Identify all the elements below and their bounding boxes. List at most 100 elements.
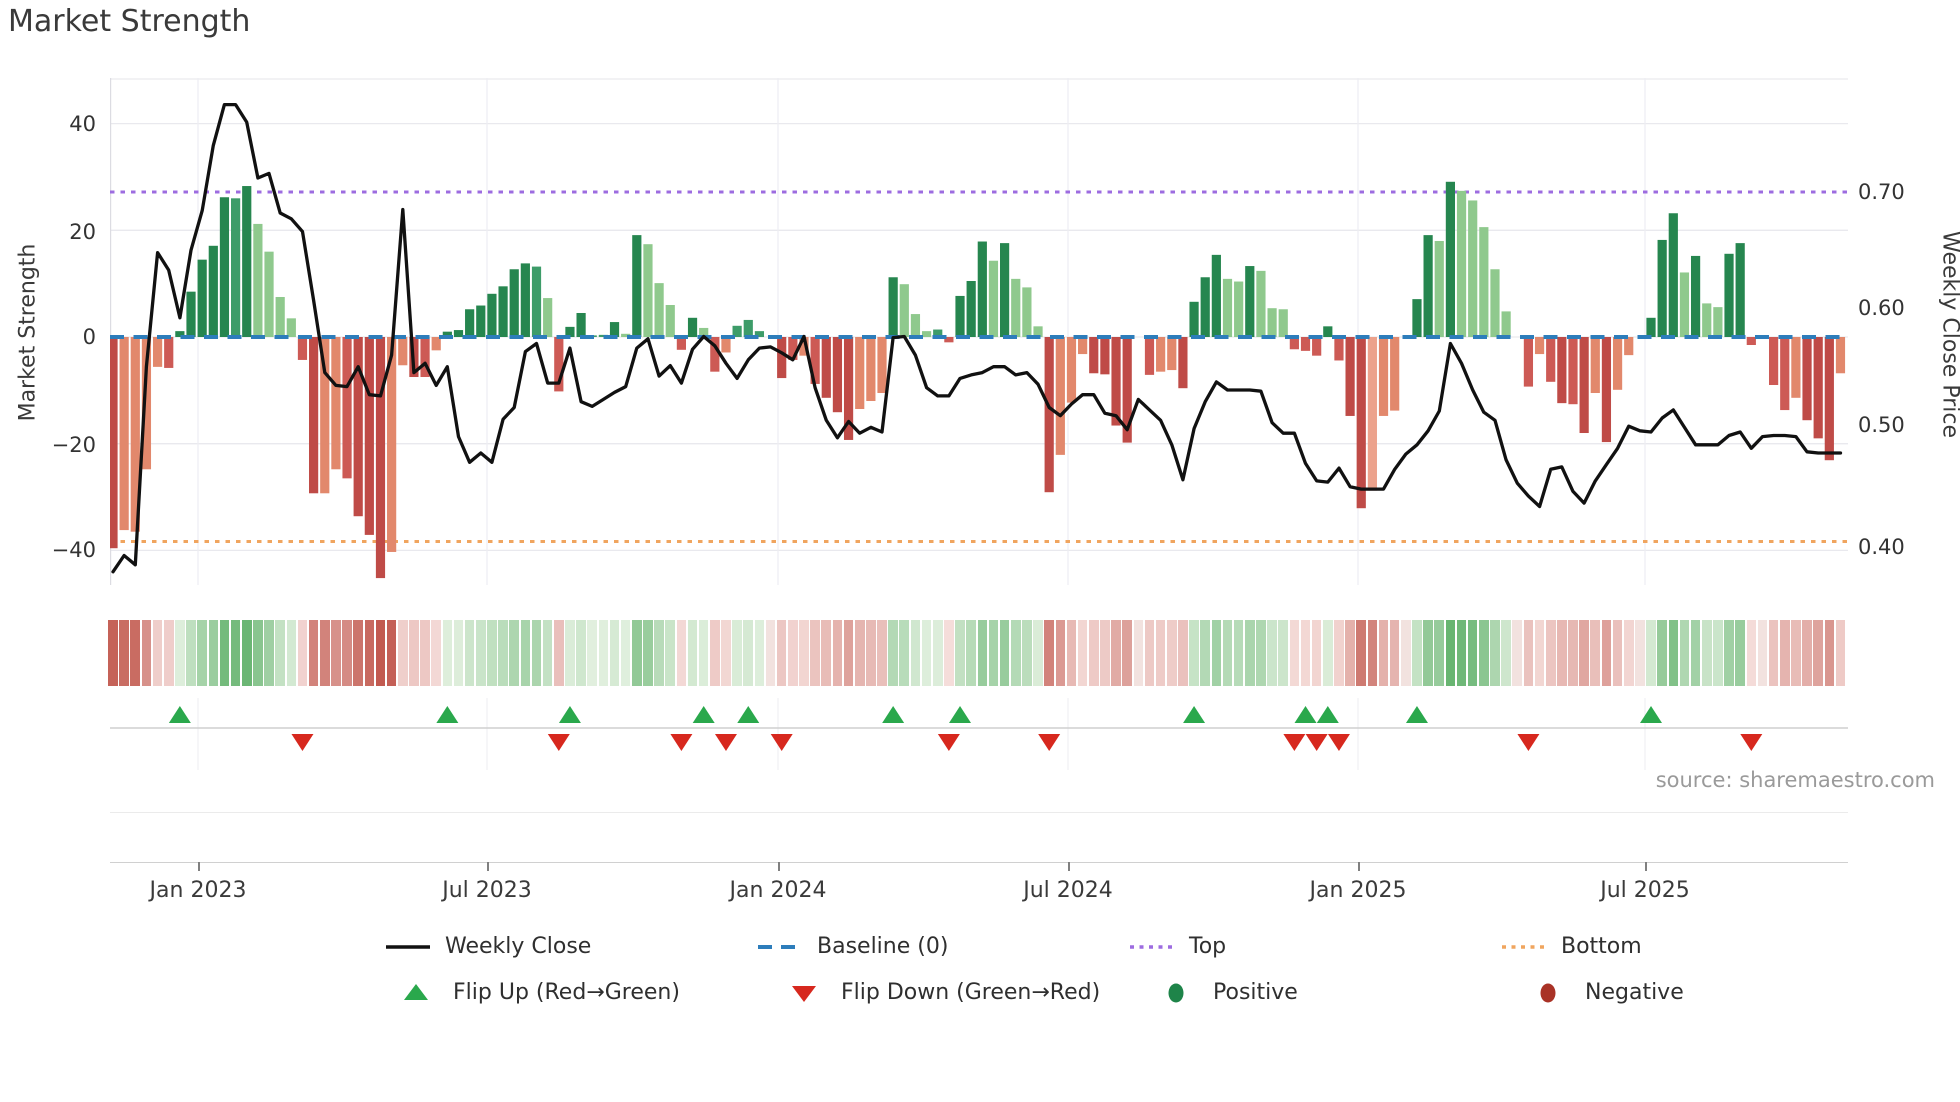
strength-bar	[1780, 337, 1790, 411]
heatmap-cell	[186, 620, 196, 686]
strength-bar	[1222, 278, 1233, 337]
heatmap-cell	[1211, 620, 1222, 686]
triangle-down-icon	[792, 986, 816, 1002]
strength-bar	[1835, 337, 1846, 374]
x-tick-mark	[198, 862, 200, 871]
heatmap-cell	[152, 620, 163, 686]
heatmap-cell	[208, 620, 219, 686]
strength-bar	[1456, 190, 1467, 337]
heatmap-cell	[999, 620, 1010, 686]
heatmap-cell	[632, 620, 642, 686]
flip-up-marker	[1640, 706, 1663, 723]
heatmap-cell	[788, 620, 798, 686]
heatmap-cell	[587, 620, 598, 686]
heatmap-cell	[163, 620, 174, 686]
heatmap-cell	[1200, 620, 1211, 686]
strength-bar	[1612, 337, 1623, 390]
chart-title: Market Strength	[8, 4, 251, 39]
legend-flip-down: Flip Down (Green→Red)	[780, 978, 1100, 1008]
flip-down-marker	[1517, 734, 1540, 751]
heatmap-cell	[1467, 620, 1478, 686]
heatmap-cell	[1724, 620, 1734, 686]
flip-down-marker	[291, 734, 314, 751]
strength-bar	[353, 337, 363, 517]
legend-bottom: Bottom	[1500, 932, 1642, 962]
strength-bar	[1412, 299, 1422, 337]
heatmap-cell	[598, 620, 609, 686]
strength-bar	[297, 337, 308, 360]
strength-bar	[665, 304, 675, 337]
strength-bar	[1390, 337, 1400, 411]
heatmap-cell	[643, 620, 653, 686]
strength-bar	[1813, 337, 1823, 439]
heatmap-cell	[431, 620, 442, 686]
heatmap-cell	[1133, 620, 1144, 686]
strength-bar	[1423, 235, 1433, 337]
right-tick-label: 0.50	[1858, 413, 1905, 437]
flip-down-marker	[770, 734, 793, 751]
strength-bar	[1579, 337, 1589, 434]
strength-bar	[253, 223, 263, 337]
heatmap-cell	[676, 620, 687, 686]
strength-bar	[977, 241, 987, 337]
strength-bar	[1312, 337, 1322, 356]
heatmap-cell	[1701, 620, 1712, 686]
heatmap-cell	[453, 620, 464, 686]
strength-bar	[1144, 337, 1155, 375]
strength-bar	[1044, 337, 1054, 493]
heatmap-cell	[475, 620, 486, 686]
strength-bar	[1211, 254, 1221, 337]
heatmap-cell	[1813, 620, 1823, 686]
strength-bar	[286, 318, 296, 337]
strength-bar	[1278, 309, 1288, 337]
heatmap-cell	[375, 620, 386, 686]
heatmap-cell	[743, 620, 754, 686]
heatmap-cell	[1100, 620, 1110, 686]
flip-down-marker	[1305, 734, 1328, 751]
heatmap-cell	[130, 620, 141, 686]
strength-bar	[152, 337, 163, 367]
strength-bar	[1657, 239, 1667, 337]
strength-bar	[743, 319, 753, 337]
heatmap-cell	[1088, 620, 1099, 686]
strength-bar	[910, 314, 921, 337]
heatmap-cell	[1590, 620, 1601, 686]
heatmap-cell	[1791, 620, 1801, 686]
heatmap-cell	[1256, 620, 1266, 686]
strength-bar	[654, 283, 664, 337]
heatmap-cell	[175, 620, 185, 686]
strength-bar	[609, 322, 620, 337]
heatmap-cell	[520, 620, 531, 686]
strength-bar	[331, 337, 341, 470]
strength-bar	[242, 186, 252, 337]
heatmap-cell	[654, 620, 664, 686]
legend-flip-up-label: Flip Up (Red→Green)	[453, 980, 680, 1005]
heatmap-cell	[1746, 620, 1757, 686]
strength-bar	[1111, 337, 1121, 426]
right-axis-label: Weekly Close Price	[1937, 231, 1960, 438]
heatmap-cell	[1066, 620, 1077, 686]
heatmap-cell	[687, 620, 698, 686]
legend-weekly-close: Weekly Close	[384, 932, 591, 962]
strength-bar	[1568, 337, 1578, 405]
strength-bar	[186, 291, 196, 337]
legend-baseline: Baseline (0)	[756, 932, 948, 962]
strength-bar	[1200, 277, 1210, 337]
heatmap-cell	[1668, 620, 1679, 686]
positive-dot-icon	[1168, 983, 1184, 1003]
heatmap-cell	[710, 620, 720, 686]
strength-bar	[1367, 337, 1377, 491]
heatmap-cell	[353, 620, 363, 686]
strength-bar	[1055, 337, 1065, 455]
heatmap-cell	[1345, 620, 1355, 686]
heatmap-cell	[241, 620, 252, 686]
strength-bar	[721, 337, 731, 353]
heatmap-cell	[1267, 620, 1277, 686]
heatmap-cell	[1389, 620, 1400, 686]
heatmap-cell	[698, 620, 709, 686]
source-note: source: sharemaestro.com	[1655, 768, 1935, 792]
heatmap-cell	[1311, 620, 1322, 686]
heatmap-cell	[1679, 620, 1690, 686]
strength-bar	[687, 317, 698, 337]
heatmap-cell	[1278, 620, 1289, 686]
